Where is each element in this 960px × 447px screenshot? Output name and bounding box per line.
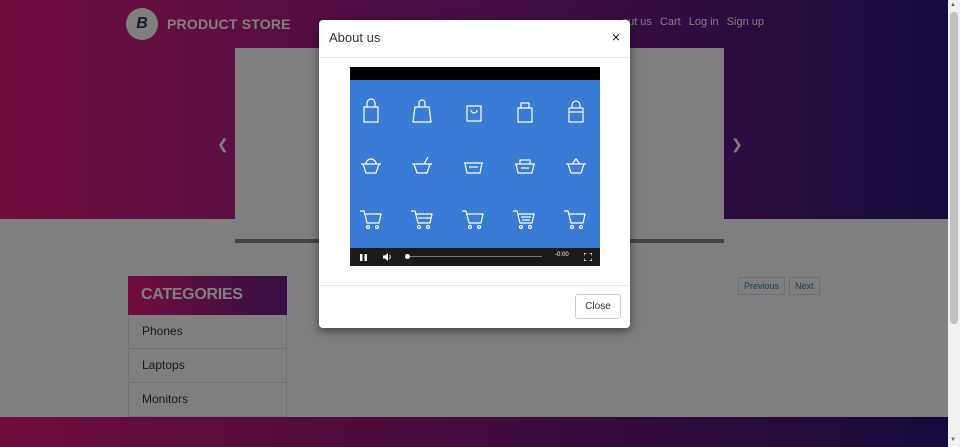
- video-frame-icons: [360, 98, 586, 230]
- shopping-cart-icon: [360, 210, 382, 230]
- scrollbar-thumb[interactable]: [950, 12, 958, 324]
- pause-icon[interactable]: [358, 248, 368, 266]
- shopping-bag-icon: [466, 105, 482, 122]
- scroll-down-icon[interactable]: ▼: [950, 437, 956, 443]
- shopping-basket-icon: [566, 158, 586, 174]
- about-us-modal: About us × -0:00 Close: [319, 20, 630, 328]
- shopping-basket-icon: [515, 159, 535, 174]
- shopping-cart-icon: [411, 210, 433, 230]
- shopping-cart-icon: [513, 210, 535, 230]
- shopping-bag-icon: [412, 99, 432, 123]
- scrollbar[interactable]: ▲ ▼: [948, 0, 960, 447]
- shopping-basket-icon: [361, 158, 381, 174]
- video-screen[interactable]: [350, 80, 600, 248]
- shopping-bag-icon: [568, 100, 584, 123]
- video-progress-bar[interactable]: [405, 254, 542, 259]
- progress-handle[interactable]: [405, 254, 410, 259]
- shopping-bag-icon: [363, 98, 379, 123]
- video-controls: -0:00: [350, 248, 600, 266]
- shopping-basket-icon: [464, 162, 483, 174]
- modal-header: About us ×: [319, 20, 630, 58]
- fullscreen-icon[interactable]: [583, 248, 593, 266]
- modal-body: -0:00: [319, 58, 630, 286]
- close-button[interactable]: Close: [575, 294, 621, 319]
- shopping-cart-icon: [564, 210, 586, 230]
- shopping-basket-icon: [412, 156, 432, 174]
- close-icon[interactable]: ×: [612, 29, 620, 45]
- video-player[interactable]: -0:00: [350, 67, 600, 266]
- video-time: -0:00: [555, 252, 569, 258]
- shopping-bag-icon: [517, 102, 533, 123]
- shopping-cart-icon: [462, 210, 484, 230]
- scroll-up-icon[interactable]: ▲: [950, 2, 956, 8]
- modal-footer: Close: [319, 286, 630, 328]
- volume-icon[interactable]: [382, 248, 394, 266]
- modal-title: About us: [329, 30, 381, 45]
